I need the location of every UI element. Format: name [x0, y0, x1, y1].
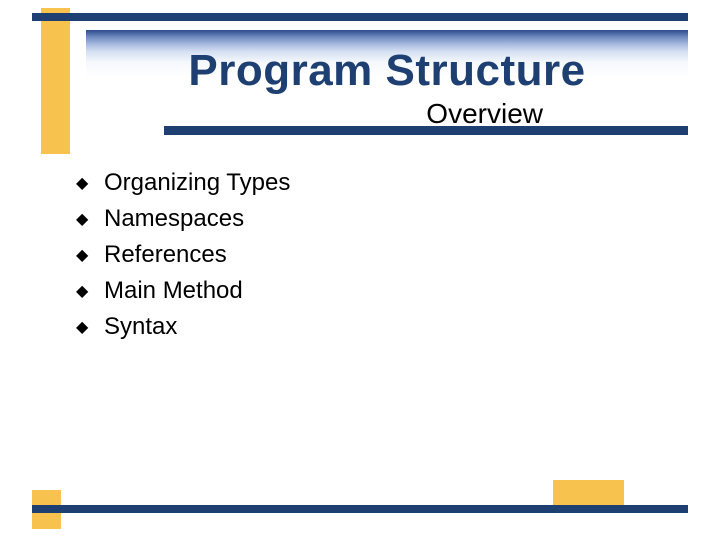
list-item-label: Organizing Types — [104, 169, 290, 197]
slide: Program Structure Overview ◆ Organizing … — [0, 0, 720, 540]
top-accent-yellow — [41, 8, 70, 154]
list-item: ◆ References — [76, 237, 290, 273]
list-item: ◆ Organizing Types — [76, 165, 290, 201]
list-item: ◆ Syntax — [76, 309, 290, 345]
top-divider-bar — [32, 13, 688, 21]
title-block: Program Structure Overview — [86, 30, 688, 130]
diamond-bullet-icon: ◆ — [76, 245, 104, 265]
bottom-divider-bar — [32, 505, 688, 513]
list-item: ◆ Main Method — [76, 273, 290, 309]
bullet-list: ◆ Organizing Types ◆ Namespaces ◆ Refere… — [76, 165, 290, 345]
slide-title: Program Structure — [86, 46, 688, 96]
diamond-bullet-icon: ◆ — [76, 173, 104, 193]
list-item: ◆ Namespaces — [76, 201, 290, 237]
list-item-label: Main Method — [104, 277, 243, 305]
list-item-label: References — [104, 241, 227, 269]
diamond-bullet-icon: ◆ — [76, 317, 104, 337]
list-item-label: Syntax — [104, 313, 177, 341]
diamond-bullet-icon: ◆ — [76, 209, 104, 229]
subtitle-underline-bar — [164, 126, 688, 135]
list-item-label: Namespaces — [104, 205, 244, 233]
diamond-bullet-icon: ◆ — [76, 281, 104, 301]
